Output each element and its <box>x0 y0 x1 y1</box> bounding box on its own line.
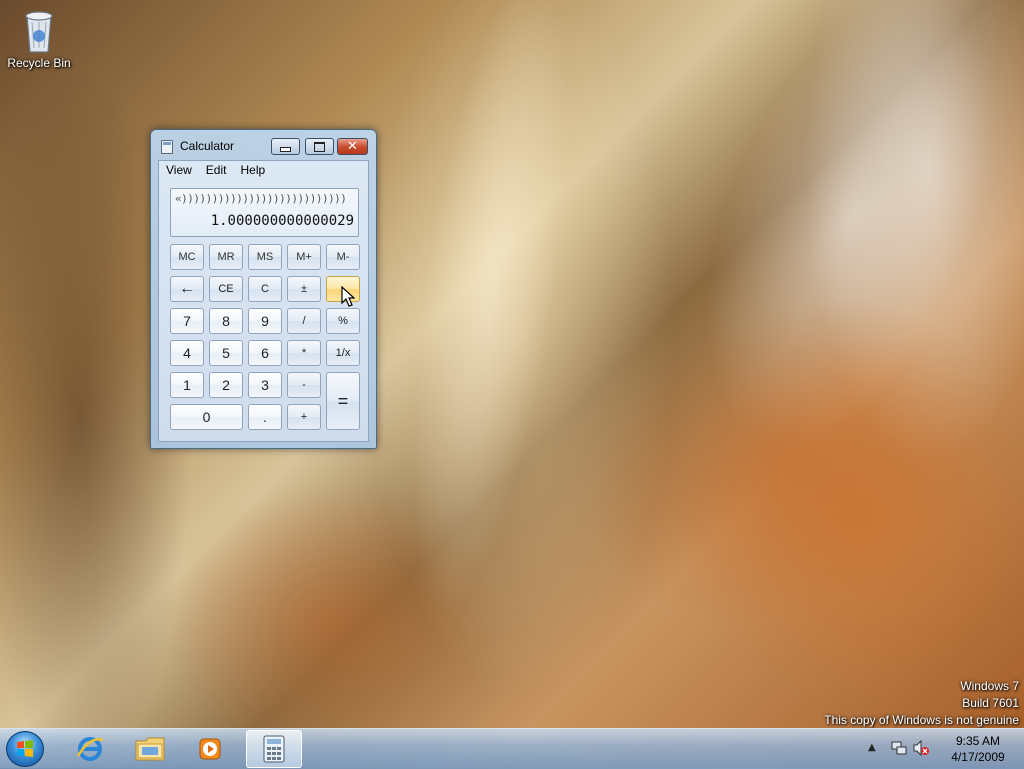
clear-entry-button[interactable]: CE <box>209 276 243 302</box>
maximize-button[interactable] <box>305 138 334 155</box>
windows-logo-icon <box>17 740 33 757</box>
digit-6-button[interactable]: 6 <box>248 340 282 366</box>
clock-date: 4/17/2009 <box>951 750 1005 764</box>
calculator-icon <box>263 735 285 763</box>
digit-4-button[interactable]: 4 <box>170 340 204 366</box>
square-root-button[interactable]: √ <box>326 276 360 302</box>
digit-8-button[interactable]: 8 <box>209 308 243 334</box>
taskbar-internet-explorer[interactable] <box>62 730 118 768</box>
close-button[interactable]: ✕ <box>337 138 368 155</box>
title-bar[interactable]: Calculator ✕ <box>151 130 376 160</box>
digit-7-button[interactable]: 7 <box>170 308 204 334</box>
clock-time: 9:35 AM <box>955 734 1001 748</box>
desktop-icon-label: Recycle Bin <box>7 56 71 70</box>
volume-muted-icon[interactable] <box>912 739 930 757</box>
watermark-build: Build 7601 <box>962 696 1019 710</box>
wallpaper-shadow <box>513 217 1024 703</box>
windows-explorer-icon <box>135 737 165 761</box>
digit-3-button[interactable]: 3 <box>248 372 282 398</box>
divide-button[interactable]: / <box>287 308 321 334</box>
digit-9-button[interactable]: 9 <box>248 308 282 334</box>
display-value: 1.000000000000029 <box>210 213 354 229</box>
show-hidden-icons-chevron-icon[interactable]: ▲ <box>868 742 876 753</box>
network-icon[interactable] <box>890 739 908 757</box>
memory-add-button[interactable]: M+ <box>287 244 321 270</box>
system-clock[interactable]: 9:35 AM 4/17/2009 <box>938 733 1018 765</box>
expression-history: «))))))))))))))))))))))))))) <box>175 192 347 205</box>
taskbar-media-player[interactable] <box>182 730 238 768</box>
maximize-icon <box>314 141 325 152</box>
wallpaper-highlight <box>632 0 1024 510</box>
recycle-bin-icon <box>25 11 53 53</box>
negate-button[interactable]: ± <box>287 276 321 302</box>
memory-recall-button[interactable]: MR <box>209 244 243 270</box>
backspace-button[interactable]: ← <box>170 276 204 302</box>
wallpaper-highlight <box>371 0 609 647</box>
menu-edit[interactable]: Edit <box>199 161 234 180</box>
minimize-button[interactable] <box>271 138 300 155</box>
multiply-button[interactable]: * <box>287 340 321 366</box>
add-button[interactable]: + <box>287 404 321 430</box>
watermark-genuine-notice: This copy of Windows is not genuine <box>824 713 1019 727</box>
internet-explorer-icon <box>76 737 104 761</box>
clear-button[interactable]: C <box>248 276 282 302</box>
memory-subtract-button[interactable]: M- <box>326 244 360 270</box>
minimize-icon <box>280 146 291 152</box>
windows-watermark: Windows 7 Build 7601 This copy of Window… <box>824 678 1019 729</box>
watermark-os: Windows 7 <box>960 679 1019 693</box>
memory-store-button[interactable]: MS <box>248 244 282 270</box>
menu-bar: View Edit Help <box>159 161 368 180</box>
calculator-body: View Edit Help «))))))))))))))))))))))))… <box>158 160 369 442</box>
digit-1-button[interactable]: 1 <box>170 372 204 398</box>
calculator-display: «))))))))))))))))))))))))))) 1.000000000… <box>170 188 359 237</box>
window-title: Calculator <box>180 139 235 153</box>
digit-5-button[interactable]: 5 <box>209 340 243 366</box>
desktop-icon-recycle-bin[interactable]: Recycle Bin <box>6 6 72 70</box>
digit-2-button[interactable]: 2 <box>209 372 243 398</box>
equals-button[interactable]: = <box>326 372 360 430</box>
media-player-icon <box>199 738 221 760</box>
menu-help[interactable]: Help <box>233 161 272 180</box>
percent-button[interactable]: % <box>326 308 360 334</box>
start-button[interactable] <box>6 731 44 767</box>
calculator-app-icon[interactable] <box>161 140 173 154</box>
reciprocal-button[interactable]: 1/x <box>326 340 360 366</box>
close-icon: ✕ <box>347 139 358 154</box>
decimal-point-button[interactable]: . <box>248 404 282 430</box>
taskbar-calculator[interactable] <box>246 730 302 768</box>
memory-clear-button[interactable]: MC <box>170 244 204 270</box>
taskbar: ▲ 9:35 AM 4/17/2009 <box>0 728 1024 769</box>
subtract-button[interactable]: - <box>287 372 321 398</box>
taskbar-windows-explorer[interactable] <box>122 730 178 768</box>
calculator-window[interactable]: Calculator ✕ View Edit Help «)))))))))))… <box>150 129 377 449</box>
menu-view[interactable]: View <box>159 161 199 180</box>
digit-0-button[interactable]: 0 <box>170 404 243 430</box>
